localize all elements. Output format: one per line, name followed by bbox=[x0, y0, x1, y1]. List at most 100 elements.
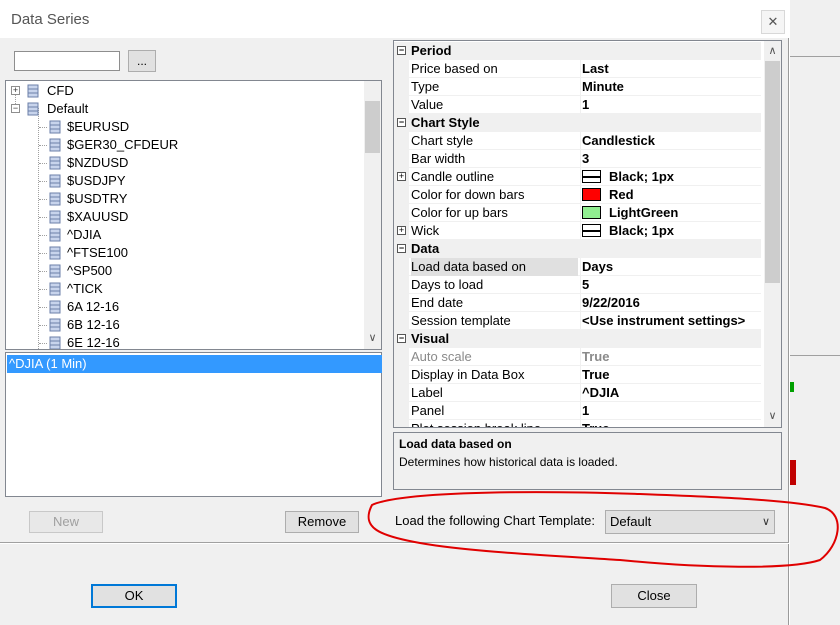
property-type[interactable]: Type Minute bbox=[394, 78, 761, 96]
property-value[interactable]: True bbox=[580, 366, 761, 384]
tree-connector bbox=[39, 199, 47, 200]
property-candle-outline[interactable]: + Candle outline Black; 1px bbox=[394, 168, 761, 186]
expand-icon[interactable]: + bbox=[397, 226, 406, 235]
property-value-text: LightGreen bbox=[609, 205, 679, 220]
expand-icon[interactable]: + bbox=[397, 172, 406, 181]
tree-node[interactable]: ^FTSE100 bbox=[6, 244, 361, 262]
tree-node[interactable]: 6E 12-16 bbox=[6, 334, 361, 349]
property-value[interactable]: LightGreen bbox=[580, 204, 761, 222]
tree-node-default[interactable]: − Default bbox=[6, 100, 361, 118]
property-chart-style[interactable]: Chart style Candlestick bbox=[394, 132, 761, 150]
property-value[interactable]: Candlestick bbox=[580, 132, 761, 150]
tree-node[interactable]: ^TICK bbox=[6, 280, 361, 298]
property-bar-width[interactable]: Bar width 3 bbox=[394, 150, 761, 168]
category-period[interactable]: − Period bbox=[394, 42, 761, 60]
expand-icon[interactable]: + bbox=[11, 86, 20, 95]
category-chart-style[interactable]: − Chart Style bbox=[394, 114, 761, 132]
property-value[interactable]: Value 1 bbox=[394, 96, 761, 114]
new-button[interactable]: New bbox=[29, 511, 103, 533]
property-description: Load data based on Determines how histor… bbox=[393, 432, 782, 490]
property-name: Session template bbox=[411, 313, 511, 328]
tree-node[interactable]: $XAUUSD bbox=[6, 208, 361, 226]
instrument-search-input[interactable] bbox=[14, 51, 120, 71]
tree-node-label: 6A 12-16 bbox=[67, 299, 120, 314]
database-icon bbox=[49, 192, 61, 206]
scroll-up-icon[interactable]: ∧ bbox=[764, 43, 781, 60]
collapse-icon[interactable]: − bbox=[397, 118, 406, 127]
property-panel[interactable]: Panel 1 bbox=[394, 402, 761, 420]
series-item[interactable]: ^DJIA (1 Min) bbox=[7, 355, 382, 373]
property-value[interactable]: True bbox=[580, 348, 761, 366]
property-wick[interactable]: + Wick Black; 1px bbox=[394, 222, 761, 240]
category-visual[interactable]: − Visual bbox=[394, 330, 761, 348]
database-icon bbox=[49, 336, 61, 349]
property-value[interactable]: <Use instrument settings> bbox=[580, 312, 761, 330]
property-name: Candle outline bbox=[411, 169, 495, 184]
property-value[interactable]: Minute bbox=[580, 78, 761, 96]
property-value[interactable]: Black; 1px bbox=[580, 222, 761, 240]
tree-node[interactable]: $NZDUSD bbox=[6, 154, 361, 172]
collapse-icon[interactable]: − bbox=[397, 334, 406, 343]
category-data[interactable]: − Data bbox=[394, 240, 761, 258]
scrollbar-thumb[interactable] bbox=[365, 101, 380, 153]
tree-node[interactable]: $EURUSD bbox=[6, 118, 361, 136]
background-red-bar bbox=[790, 460, 796, 485]
property-value[interactable]: 1 bbox=[580, 96, 761, 114]
tree-node[interactable]: $USDJPY bbox=[6, 172, 361, 190]
property-end-date[interactable]: End date 9/22/2016 bbox=[394, 294, 761, 312]
property-value[interactable]: 9/22/2016 bbox=[580, 294, 761, 312]
close-window-icon[interactable]: ✕ bbox=[761, 10, 785, 34]
close-button[interactable]: Close bbox=[611, 584, 697, 608]
database-icon bbox=[49, 120, 61, 134]
property-days-to-load[interactable]: Days to load 5 bbox=[394, 276, 761, 294]
property-name: Bar width bbox=[411, 151, 466, 166]
collapse-icon[interactable]: − bbox=[11, 104, 20, 113]
property-color-up[interactable]: Color for up bars LightGreen bbox=[394, 204, 761, 222]
scrollbar-thumb[interactable] bbox=[765, 61, 780, 283]
color-swatch-red bbox=[582, 188, 601, 202]
browse-button[interactable]: ... bbox=[128, 50, 156, 72]
property-grid-scrollbar[interactable]: ∧ ∨ bbox=[764, 41, 781, 427]
database-icon bbox=[49, 156, 61, 170]
collapse-icon[interactable]: − bbox=[397, 244, 406, 253]
property-session-template[interactable]: Session template <Use instrument settings… bbox=[394, 312, 761, 330]
property-price-based-on[interactable]: Price based on Last bbox=[394, 60, 761, 78]
property-value[interactable]: 3 bbox=[580, 150, 761, 168]
property-label[interactable]: Label ^DJIA bbox=[394, 384, 761, 402]
tree-node-cfd[interactable]: + CFD bbox=[6, 82, 361, 100]
property-plot-session-break-line[interactable]: Plot session break lineTrue bbox=[394, 420, 761, 427]
property-auto-scale[interactable]: Auto scale True bbox=[394, 348, 761, 366]
tree-scrollbar[interactable]: ∨ bbox=[364, 81, 381, 349]
tree-node-label: Default bbox=[47, 101, 89, 116]
property-display-in-data-box[interactable]: Display in Data Box True bbox=[394, 366, 761, 384]
property-value[interactable]: 1 bbox=[580, 402, 761, 420]
scroll-down-icon[interactable]: ∨ bbox=[764, 408, 781, 425]
selected-series-list[interactable]: ^DJIA (1 Min) bbox=[5, 352, 382, 497]
scroll-down-icon[interactable]: ∨ bbox=[364, 330, 381, 347]
property-value[interactable]: Black; 1px bbox=[580, 168, 761, 186]
property-name: Chart style bbox=[411, 133, 474, 148]
property-name: Days to load bbox=[411, 277, 484, 292]
database-icon bbox=[49, 246, 61, 260]
property-value[interactable]: Days bbox=[580, 258, 761, 276]
property-value[interactable]: Last bbox=[580, 60, 761, 78]
chart-template-select[interactable]: Default ∨ bbox=[605, 510, 775, 534]
property-color-down[interactable]: Color for down bars Red bbox=[394, 186, 761, 204]
background-divider bbox=[790, 355, 840, 356]
tree-node[interactable]: ^DJIA bbox=[6, 226, 361, 244]
property-grid[interactable]: − Period Price based on Last Type Minute Va… bbox=[393, 40, 782, 428]
property-value[interactable]: 5 bbox=[580, 276, 761, 294]
property-value[interactable]: ^DJIA bbox=[580, 384, 761, 402]
tree-node[interactable]: $GER30_CFDEUR bbox=[6, 136, 361, 154]
property-value[interactable]: Red bbox=[580, 186, 761, 204]
remove-button[interactable]: Remove bbox=[285, 511, 359, 533]
tree-node[interactable]: $USDTRY bbox=[6, 190, 361, 208]
ok-button[interactable]: OK bbox=[91, 584, 177, 608]
instrument-tree[interactable]: + CFD − Default $EURUSD $GER30_CFDEUR $N… bbox=[5, 80, 382, 350]
tree-node[interactable]: ^SP500 bbox=[6, 262, 361, 280]
property-load-data-based-on[interactable]: Load data based on Days bbox=[394, 258, 761, 276]
property-value[interactable]: True bbox=[580, 420, 761, 427]
collapse-icon[interactable]: − bbox=[397, 46, 406, 55]
tree-node[interactable]: 6A 12-16 bbox=[6, 298, 361, 316]
tree-node[interactable]: 6B 12-16 bbox=[6, 316, 361, 334]
